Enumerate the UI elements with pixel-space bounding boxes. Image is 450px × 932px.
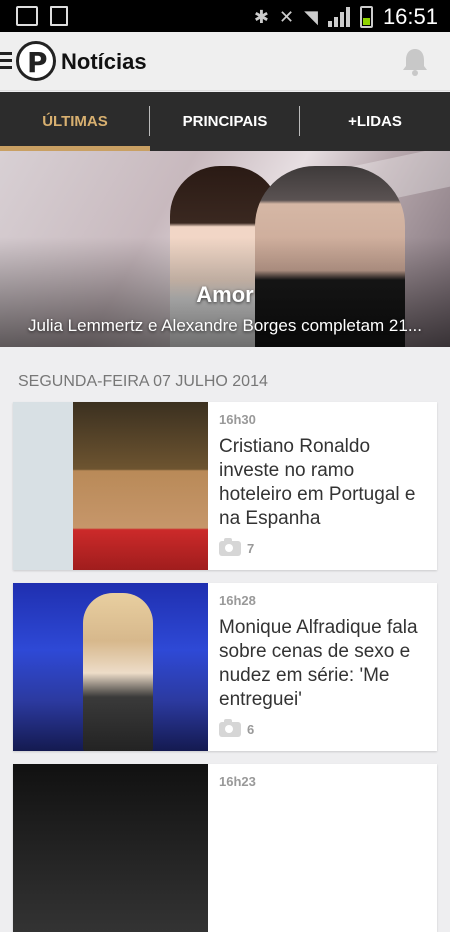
hero-subtitle: Julia Lemmertz e Alexandre Borges comple… [27, 316, 423, 335]
camera-icon [219, 719, 241, 737]
article-thumbnail [13, 402, 208, 570]
article-card[interactable]: 16h23 [13, 764, 437, 932]
bluetooth-icon: ✱ [253, 6, 269, 28]
article-title: Cristiano Ronaldo investe no ramo hotele… [219, 436, 416, 529]
app-bar: Notícias [0, 32, 450, 91]
tab-ultimas[interactable]: ÚLTIMAS [0, 92, 150, 151]
tab-label: PRINCIPAIS [182, 113, 268, 130]
article-card[interactable]: 16h28 Monique Alfradique fala sobre cena… [13, 583, 437, 751]
hero-story[interactable]: Amor Julia Lemmertz e Alexandre Borges c… [0, 151, 450, 347]
article-thumbnail [13, 583, 208, 751]
article-time: 16h28 [219, 593, 256, 608]
article-card[interactable]: 16h30 Cristiano Ronaldo investe no ramo … [13, 402, 437, 570]
article-thumbnail [13, 764, 208, 932]
article-time: 16h30 [219, 412, 256, 427]
status-clock: 16:51 [382, 4, 438, 29]
camera-icon [219, 538, 241, 556]
image-notification-icon [16, 6, 38, 26]
signal-icon [327, 7, 350, 27]
tab-bar: ÚLTIMAS PRINCIPAIS +LIDAS [0, 92, 450, 151]
bell-icon[interactable] [400, 46, 430, 78]
article-time: 16h23 [219, 774, 256, 789]
page-title: Notícias [61, 49, 147, 74]
tab-label: +LIDAS [348, 113, 402, 130]
tab-label: ÚLTIMAS [42, 113, 108, 130]
tab-principais[interactable]: PRINCIPAIS [150, 92, 300, 151]
photo-count: 6 [219, 719, 255, 737]
hero-title: Amor [196, 282, 254, 307]
mute-icon: ✕ [279, 6, 295, 28]
menu-icon[interactable] [0, 52, 12, 73]
file-notification-icon [50, 6, 68, 26]
date-header: SEGUNDA-FEIRA 07 JULHO 2014 [18, 373, 268, 390]
tab-mais-lidas[interactable]: +LIDAS [300, 92, 450, 151]
wifi-icon: ◥ [304, 6, 318, 28]
battery-icon [359, 6, 373, 28]
photo-count-value: 7 [247, 541, 255, 556]
app-logo[interactable] [16, 41, 56, 81]
photo-count: 7 [219, 538, 255, 556]
status-bar: ✱ ✕ ◥ 16:51 [0, 0, 450, 32]
photo-count-value: 6 [247, 722, 255, 737]
article-title: Monique Alfradique fala sobre cenas de s… [219, 617, 418, 710]
